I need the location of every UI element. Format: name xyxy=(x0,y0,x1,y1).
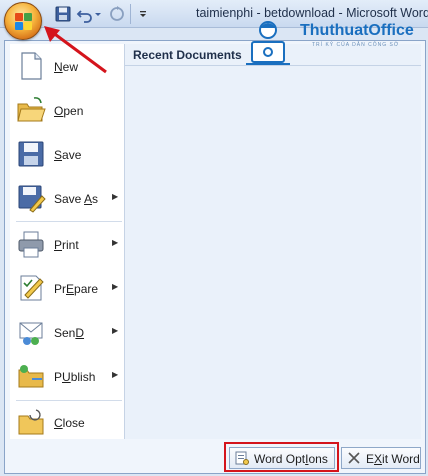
prepare-icon xyxy=(20,275,44,301)
menu-item-prepare[interactable]: PrEpare ▶ xyxy=(10,268,125,310)
submenu-arrow-icon: ▶ xyxy=(112,370,119,379)
menu-item-label: Print xyxy=(54,238,79,252)
submenu-arrow-icon: ▶ xyxy=(112,238,119,247)
save-icon[interactable] xyxy=(54,5,72,23)
word-options-label: Word OptIons xyxy=(254,452,328,466)
menu-footer: Word OptIons EXit Word xyxy=(5,441,425,473)
printer-icon xyxy=(18,231,44,258)
watermark-figure-icon xyxy=(246,21,290,65)
menu-divider xyxy=(16,400,122,401)
exit-word-label: EXit Word xyxy=(366,452,420,466)
submenu-arrow-icon: ▶ xyxy=(112,282,119,291)
redo-icon[interactable] xyxy=(108,5,126,23)
undo-icon[interactable] xyxy=(76,5,94,23)
menu-item-publish[interactable]: PUblish ▶ xyxy=(10,356,125,398)
submenu-arrow-icon: ▶ xyxy=(112,326,119,335)
menu-item-label: PUblish xyxy=(54,370,96,384)
menu-item-close[interactable]: Close xyxy=(10,402,125,444)
submenu-arrow-icon: ▶ xyxy=(112,192,119,201)
toolbar-separator xyxy=(130,4,131,24)
word-options-button[interactable]: Word OptIons xyxy=(229,447,335,469)
save-icon xyxy=(18,141,44,167)
office-button[interactable] xyxy=(4,2,42,40)
office-menu: New Open Save Save As ▶ Print ▶ PrEpare … xyxy=(4,40,426,474)
undo-dropdown-icon[interactable] xyxy=(94,5,102,23)
save-as-icon xyxy=(18,185,46,213)
close-folder-icon xyxy=(18,409,44,435)
recent-documents-panel: Recent Documents xyxy=(125,44,421,439)
menu-item-print[interactable]: Print ▶ xyxy=(10,224,125,266)
menu-item-label: Close xyxy=(54,416,85,430)
office-logo-icon xyxy=(15,13,33,31)
annotation-arrow xyxy=(44,26,107,74)
open-folder-icon xyxy=(17,97,46,122)
menu-item-save[interactable]: Save xyxy=(10,134,125,176)
exit-icon xyxy=(348,452,360,464)
watermark-tagline: TRÍ KỶ CỦA DÂN CÔNG SỞ xyxy=(312,42,400,48)
menu-item-label: SenD xyxy=(54,326,85,340)
menu-item-label: Open xyxy=(54,104,84,118)
send-icon xyxy=(19,322,43,345)
menu-item-label: PrEpare xyxy=(54,282,99,296)
menu-item-open[interactable]: Open xyxy=(10,90,125,132)
menu-divider xyxy=(16,221,122,222)
watermark-name: ThuthuatOffice xyxy=(300,22,414,39)
word-options-icon xyxy=(235,451,249,465)
customize-icon[interactable] xyxy=(138,5,148,23)
exit-word-button[interactable]: EXit Word xyxy=(341,447,421,469)
menu-item-label: Save xyxy=(54,148,82,162)
menu-item-save-as[interactable]: Save As ▶ xyxy=(10,178,125,220)
publish-icon xyxy=(18,365,44,388)
menu-item-send[interactable]: SenD ▶ xyxy=(10,312,125,354)
watermark-logo: ThuthuatOffice TRÍ KỶ CỦA DÂN CÔNG SỞ xyxy=(232,18,428,76)
menu-item-label: Save As xyxy=(54,192,99,206)
menu-commands: New Open Save Save As ▶ Print ▶ PrEpare … xyxy=(10,44,125,439)
